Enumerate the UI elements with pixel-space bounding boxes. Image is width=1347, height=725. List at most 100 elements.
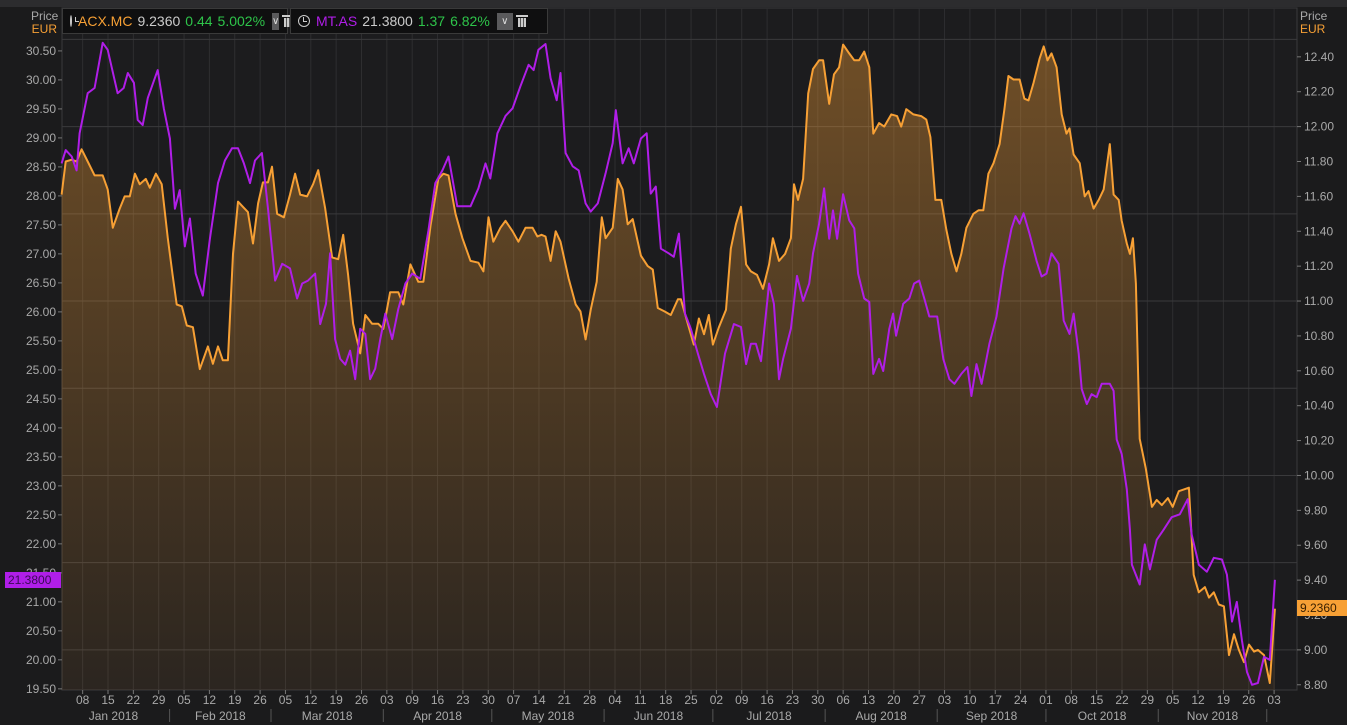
right-axis-tick-label: 11.60 [1304,189,1333,203]
x-axis-tick-label: 14 [532,693,546,707]
right-axis-tick-label: 9.00 [1304,643,1328,657]
month-label: Jan 2018 [89,709,139,723]
left-axis-tick-label: 19.50 [26,682,56,696]
x-axis-tick-label: 12 [304,693,318,707]
x-axis-tick-label: 05 [1166,693,1180,707]
x-axis-tick-label: 27 [913,693,927,707]
x-axis-tick-label: 05 [177,693,191,707]
month-label: Aug 2018 [855,709,907,723]
left-axis-tick-label: 20.00 [26,653,56,667]
x-axis-tick-label: 01 [1039,693,1053,707]
x-axis-tick-label: 15 [1090,693,1104,707]
chevron-down-icon[interactable]: ∨ [272,12,280,30]
legend-change-pct: 5.002% [217,13,266,29]
right-axis-tick-label: 10.00 [1304,468,1334,482]
right-axis-title: Price EUR [1300,10,1327,36]
legend-symbol[interactable]: MT.AS [316,13,357,29]
x-axis-tick-label: 10 [963,693,977,707]
left-axis-tick-label: 28.00 [26,189,56,203]
x-axis-tick-label: 11 [634,693,647,707]
left-axis-tick-label: 20.50 [26,624,56,638]
last-price-label-acx: 9.2360 [1297,600,1347,616]
month-label: Jun 2018 [634,709,684,723]
month-label: Mar 2018 [302,709,353,723]
month-label: Feb 2018 [195,709,246,723]
right-axis-tick-label: 11.40 [1304,224,1333,238]
left-axis-tick-label: 26.00 [26,305,56,319]
x-axis-tick-label: 19 [329,693,343,707]
x-axis-tick-label: 16 [760,693,774,707]
left-axis-tick-label: 26.50 [26,276,56,290]
right-axis-tick-label: 10.40 [1304,399,1334,413]
x-axis-tick-label: 09 [406,693,420,707]
x-axis-tick-label: 08 [76,693,90,707]
x-axis-tick-label: 12 [1191,693,1205,707]
left-axis-tick-label: 22.00 [26,537,56,551]
x-axis-tick-label: 20 [887,693,901,707]
x-axis-tick-label: 15 [101,693,115,707]
right-axis-tick-label: 10.60 [1304,364,1334,378]
clock-icon [298,15,310,27]
right-axis-tick-label: 12.40 [1304,50,1334,64]
x-axis-tick-label: 22 [127,693,141,707]
legend-symbol[interactable]: ACX.MC [78,13,132,29]
x-axis-tick-label: 26 [1242,693,1256,707]
month-label: Sep 2018 [966,709,1018,723]
legend-mt[interactable]: MT.AS 21.3800 1.37 6.82% ∨ [290,8,548,34]
right-axis-tick-label: 10.80 [1304,329,1334,343]
left-axis-tick-label: 24.50 [26,392,56,406]
x-axis-tick-label: 30 [811,693,825,707]
right-axis-tick-label: 12.00 [1304,120,1334,134]
x-axis-tick-label: 23 [786,693,800,707]
x-axis-tick-label: 23 [456,693,470,707]
right-axis-tick-label: 11.20 [1304,259,1333,273]
month-label: Oct 2018 [1078,709,1127,723]
trash-icon[interactable] [515,15,528,27]
x-axis-tick-label: 17 [989,693,1003,707]
chevron-down-icon[interactable]: ∨ [496,12,513,30]
right-axis-tick-label: 11.80 [1304,154,1333,168]
left-axis-tick-label: 22.50 [26,508,56,522]
x-axis-tick-label: 29 [152,693,166,707]
x-axis-tick-label: 29 [1141,693,1155,707]
x-axis-tick-label: 06 [836,693,850,707]
left-axis-tick-label: 23.50 [26,450,56,464]
legend-last: 9.2360 [137,13,181,29]
month-label: May 2018 [522,709,575,723]
left-axis-tick-label: 23.00 [26,479,56,493]
x-axis-tick-label: 26 [355,693,369,707]
left-axis-tick-label: 27.00 [26,247,56,261]
right-axis-tick-label: 9.40 [1304,573,1328,587]
month-label: Apr 2018 [413,709,462,723]
x-axis-tick-label: 28 [583,693,597,707]
legend-change: 1.37 [417,13,446,29]
x-axis-tick-label: 22 [1115,693,1129,707]
right-axis-tick-label: 12.20 [1304,85,1334,99]
left-axis-currency: EUR [31,22,57,36]
x-axis-tick-label: 19 [1217,693,1231,707]
month-label: Jul 2018 [746,709,792,723]
x-axis-tick-label: 26 [253,693,267,707]
left-axis-tick-label: 28.50 [26,160,56,174]
x-axis-tick-label: 02 [710,693,724,707]
price-chart: 19.5020.0020.5021.0021.5022.0022.5023.00… [26,7,1334,723]
left-axis-tick-label: 30.00 [26,73,56,87]
x-axis-tick-label: 03 [380,693,394,707]
x-axis-tick-label: 03 [1267,693,1281,707]
x-axis-tick-label: 09 [735,693,749,707]
x-axis-tick-label: 03 [938,693,952,707]
x-axis-tick-label: 25 [684,693,698,707]
x-axis-tick-label: 19 [228,693,242,707]
right-axis-tick-label: 9.80 [1304,503,1328,517]
left-axis-tick-label: 29.00 [26,131,56,145]
left-axis-tick-label: 29.50 [26,102,56,116]
legend-last: 21.3800 [362,13,413,29]
right-axis-tick-label: 11.00 [1304,294,1333,308]
x-axis-tick-label: 16 [431,693,445,707]
left-axis-tick-label: 21.00 [26,595,56,609]
left-axis-tick-label: 30.50 [26,44,56,58]
left-axis-tick-label: 27.50 [26,218,56,232]
legend-change: 0.44 [185,13,213,29]
left-axis-tick-label: 24.00 [26,421,56,435]
legend-acx[interactable]: ACX.MC 9.2360 0.44 5.002% ∨ [62,8,295,34]
